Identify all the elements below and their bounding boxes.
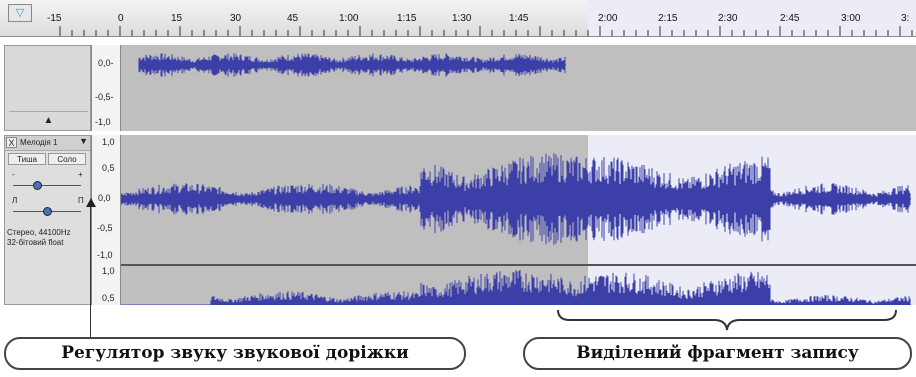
- track-name[interactable]: Мелодія 1: [20, 138, 57, 147]
- track-2-control-panel: X Мелодія 1 ▼ Тиша Соло - + Л П Стерео, …: [4, 135, 91, 305]
- tick-label: 1:45: [509, 13, 529, 24]
- triangle-down-icon[interactable]: ▼: [79, 136, 88, 146]
- audio-track-1: ▲ 0,0- -0,5- -1,0: [0, 45, 916, 131]
- pointer-line: [90, 205, 91, 337]
- tick-label: 3:00: [841, 13, 861, 24]
- volume-control-callout: Регулятор звуку звукової доріжки: [4, 337, 466, 370]
- triangle-up-icon: ▲: [43, 115, 54, 126]
- scale-label: 1,0: [102, 137, 115, 147]
- track-2-waveform: [121, 153, 916, 305]
- tick-label: 1:30: [452, 13, 472, 24]
- tick-label: -15: [47, 13, 62, 24]
- track-1-waveform-path: [138, 53, 566, 77]
- scale-label: 1,0: [102, 266, 115, 276]
- pan-left-label: Л: [12, 196, 18, 205]
- close-track-button[interactable]: X: [6, 137, 17, 148]
- gain-plus-label: +: [78, 170, 83, 179]
- selected-fragment-callout: Виділений фрагмент запису: [523, 337, 912, 370]
- gain-slider-track[interactable]: [13, 185, 81, 186]
- scale-label: 0,0: [98, 193, 111, 203]
- tick-label: 15: [171, 13, 183, 24]
- pan-right-label: П: [78, 196, 84, 205]
- collapse-track-button[interactable]: ▲: [9, 111, 88, 130]
- tick-label: 2:45: [780, 13, 800, 24]
- track-2-lower-channel: [210, 270, 911, 305]
- track-2-amplitude-scale: 1,0 0,5 0,0 -0,5 -1,0 1,0 0,5: [91, 135, 121, 305]
- audio-track-2: X Мелодія 1 ▼ Тиша Соло - + Л П Стерео, …: [0, 135, 916, 305]
- scale-label: 0,5: [102, 293, 115, 303]
- scale-label: -1,0: [97, 250, 113, 260]
- scale-label: -0,5-: [95, 92, 114, 102]
- tick-label: 45: [287, 13, 299, 24]
- tick-label: 2:00: [598, 13, 618, 24]
- track-2-waveform-area[interactable]: [121, 135, 916, 305]
- tick-label: 1:00: [339, 13, 359, 24]
- track-format-info: Стерео, 44100Hz: [7, 228, 71, 237]
- scale-label: -0,5: [97, 223, 113, 233]
- track-1-waveform: [138, 53, 566, 77]
- tick-label: 1:15: [397, 13, 417, 24]
- tick-label: 2:15: [658, 13, 678, 24]
- timeline-ruler[interactable]: ▽ -15 0 15 30 45 1:00 1:15 1:30 1:45 2:0…: [0, 0, 916, 37]
- track-1-control-panel: ▲: [4, 45, 91, 131]
- scale-label: 0,0-: [98, 58, 114, 68]
- gain-slider-knob[interactable]: [33, 181, 42, 190]
- tick-label: 2:30: [718, 13, 738, 24]
- scale-label: -1,0: [95, 117, 111, 127]
- tick-label: 0: [118, 13, 124, 24]
- gain-minus-label: -: [12, 170, 15, 179]
- track-name-row[interactable]: X Мелодія 1 ▼: [5, 136, 90, 151]
- track-1-amplitude-scale: 0,0- -0,5- -1,0: [91, 45, 121, 131]
- solo-button[interactable]: Соло: [48, 153, 86, 165]
- scale-label: 0,5: [102, 163, 115, 173]
- mute-button[interactable]: Тиша: [8, 153, 46, 165]
- tick-label: 3:: [901, 13, 910, 24]
- arrow-up-icon: [86, 198, 96, 207]
- pan-slider-knob[interactable]: [43, 207, 52, 216]
- track-bit-depth-info: 32-бітовий float: [7, 238, 64, 247]
- curly-brace-icon: [557, 309, 897, 331]
- track-2-upper-channel: [121, 153, 911, 245]
- tick-label: 30: [230, 13, 242, 24]
- track-1-waveform-area[interactable]: [121, 45, 916, 131]
